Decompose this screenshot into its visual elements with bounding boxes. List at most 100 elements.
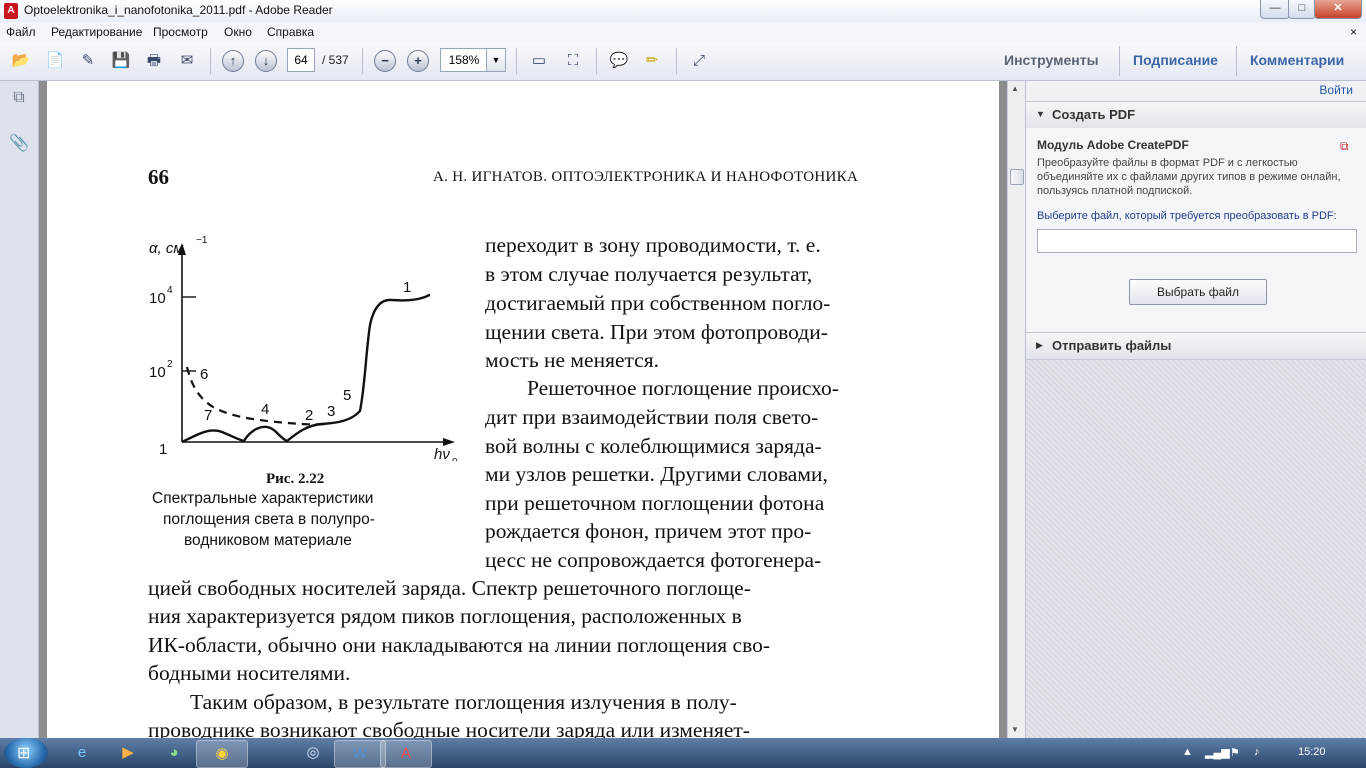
- edit-icon[interactable]: ✎: [77, 50, 99, 72]
- ie-icon[interactable]: e: [57, 740, 107, 766]
- scroll-thumb[interactable]: [1010, 169, 1024, 185]
- text-line: проводнике возникают свободные носители …: [148, 718, 750, 738]
- menu-view[interactable]: Просмотр: [153, 25, 208, 39]
- curve-label-3: 3: [327, 403, 335, 420]
- tab-tools[interactable]: Инструменты: [1004, 52, 1099, 68]
- title-bar: A Optoelektronika_i_nanofotonika_2011.pd…: [0, 0, 1366, 23]
- next-page-button[interactable]: ↓: [255, 50, 277, 72]
- scroll-down-icon[interactable]: ▼: [1011, 725, 1019, 734]
- text-line: мость не меняется.: [485, 348, 659, 372]
- choose-file-button[interactable]: Выбрать файл: [1129, 279, 1267, 305]
- volume-icon[interactable]: ♪: [1254, 746, 1260, 758]
- text-line: при решеточном поглощении фотона: [485, 491, 825, 515]
- expand-triangle-icon: ▶: [1036, 340, 1043, 350]
- page-number-input[interactable]: 64: [287, 48, 315, 72]
- figure-caption-line: поглощения света в полупро-: [163, 511, 375, 528]
- network-icon[interactable]: ▂▄▆: [1205, 746, 1230, 759]
- file-input[interactable]: [1037, 229, 1357, 253]
- text-line: Таким образом, в результате поглощения и…: [190, 690, 737, 714]
- createpdf-icon: ⧉: [1340, 139, 1349, 153]
- tab-comments[interactable]: Комментарии: [1250, 52, 1344, 68]
- section-send-files[interactable]: ▶ Отправить файлы: [1026, 332, 1366, 360]
- curve-label-2: 2: [305, 407, 313, 424]
- y-axis-label: α, см: [149, 240, 184, 257]
- fit-page-icon[interactable]: ▭: [528, 50, 550, 72]
- create-pdf-icon[interactable]: 📄: [44, 50, 66, 72]
- comment-icon[interactable]: 💬: [608, 50, 630, 72]
- curve-label-7: 7: [204, 407, 212, 424]
- minimize-button[interactable]: —: [1260, 0, 1290, 19]
- media-player-icon[interactable]: ▶: [103, 740, 153, 766]
- word-icon[interactable]: W: [334, 740, 386, 768]
- document-area: 66 А. Н. ИГНАТОВ. ОПТОЭЛЕКТРОНИКА И НАНО…: [39, 81, 1007, 738]
- text-line: цией свободных носителей заряда. Спектр …: [148, 576, 751, 600]
- game-icon[interactable]: ◕: [149, 740, 199, 766]
- expand-icon[interactable]: ⤢: [688, 50, 710, 72]
- collapse-triangle-icon: ▼: [1036, 109, 1045, 119]
- curve-label-5: 5: [343, 387, 351, 404]
- text-line: бодными носителями.: [148, 661, 351, 685]
- sign-in-link[interactable]: Войти: [1319, 83, 1353, 97]
- attachments-icon[interactable]: 📎: [9, 133, 29, 155]
- app-icon[interactable]: ◎: [288, 740, 338, 766]
- text-line: дит при взаимодействии поля свето-: [485, 405, 819, 429]
- tray-chevron-icon[interactable]: ▲: [1182, 746, 1193, 758]
- zoom-input[interactable]: 158%: [440, 48, 487, 72]
- adobe-reader-icon: A: [4, 3, 18, 19]
- menu-window[interactable]: Окно: [224, 25, 252, 39]
- maximize-button[interactable]: □: [1288, 0, 1316, 19]
- window-title: Optoelektronika_i_nanofotonika_2011.pdf …: [24, 3, 333, 17]
- x-axis-label-sub: 0: [452, 457, 458, 461]
- zoom-out-button[interactable]: −: [374, 50, 396, 72]
- text-line: щении света. При этом фотопроводи-: [485, 320, 828, 344]
- flag-icon[interactable]: ⚑: [1230, 746, 1240, 759]
- document-scrollbar[interactable]: ▲ ▼: [1007, 81, 1025, 738]
- figure-caption-line: водниковом материале: [184, 532, 352, 549]
- module-description: Преобразуйте файлы в формат PDF и с легк…: [1037, 157, 1341, 197]
- close-button[interactable]: ✕: [1314, 0, 1362, 19]
- prev-page-button[interactable]: ↑: [222, 50, 244, 72]
- text-line: вой волны с колеблющимися заряда-: [485, 434, 822, 458]
- pages-icon[interactable]: ⧉: [9, 89, 29, 111]
- right-tools-panel: Войти ▼ Создать PDF Модуль Adobe CreateP…: [1025, 81, 1366, 738]
- text-line: ИК-области, обычно они накладываются на …: [148, 633, 771, 657]
- text-line: в этом случае получается результат,: [485, 262, 813, 286]
- zoom-in-button[interactable]: +: [407, 50, 429, 72]
- text-line: ми узлов решетки. Другими словами,: [485, 462, 828, 486]
- scroll-up-icon[interactable]: ▲: [1011, 84, 1019, 93]
- close-document-icon[interactable]: ×: [1350, 25, 1357, 39]
- adobe-reader-icon[interactable]: A: [380, 740, 432, 768]
- text-line: цесс не сопровождается фотогенера-: [485, 548, 822, 572]
- menu-help[interactable]: Справка: [267, 25, 314, 39]
- menu-edit[interactable]: Редактирование: [51, 25, 142, 39]
- text-line: ния характеризуется рядом пиков поглощен…: [148, 604, 742, 628]
- text-line: рождается фонон, причем этот про-: [485, 519, 812, 543]
- page-total: / 537: [322, 53, 349, 67]
- section-create-pdf-title: Создать PDF: [1052, 107, 1136, 122]
- pdf-page: 66 А. Н. ИГНАТОВ. ОПТОЭЛЕКТРОНИКА И НАНО…: [47, 81, 999, 738]
- highlight-icon[interactable]: ✏: [641, 50, 663, 72]
- section-create-pdf[interactable]: ▼ Создать PDF: [1026, 101, 1366, 129]
- email-icon[interactable]: ✉: [176, 50, 198, 72]
- tab-sign[interactable]: Подписание: [1133, 52, 1218, 68]
- zoom-dropdown-icon[interactable]: ▼: [486, 48, 506, 72]
- chrome-icon[interactable]: ◉: [196, 740, 248, 768]
- save-icon[interactable]: 💾: [110, 50, 132, 72]
- curve-label-1: 1: [403, 279, 411, 296]
- full-screen-icon[interactable]: ⛶: [562, 50, 584, 72]
- create-pdf-body: Модуль Adobe CreatePDF ⧉ Преобразуйте фа…: [1026, 128, 1366, 356]
- curve-label-4: 4: [261, 401, 269, 418]
- tick-1: 1: [159, 441, 167, 458]
- x-axis-label: hν: [434, 446, 450, 461]
- y-axis-label-exp: −1: [196, 235, 208, 246]
- module-title: Модуль Adobe CreatePDF: [1037, 138, 1189, 152]
- menu-file[interactable]: Файл: [6, 25, 36, 39]
- menu-bar: Файл Редактирование Просмотр Окно Справк…: [0, 22, 1366, 42]
- start-button[interactable]: ⊞: [4, 738, 48, 768]
- text-line: переходит в зону проводимости, т. е.: [485, 233, 821, 257]
- open-icon[interactable]: 📂: [10, 50, 32, 72]
- file-prompt: Выберите файл, который требуется преобра…: [1037, 210, 1337, 222]
- print-icon[interactable]: 🖶: [143, 50, 165, 72]
- taskbar: ⊞ e ▶ ◕ ◉ ◎ W A ▲ ▂▄▆ ⚑ ♪ 15:20: [0, 738, 1366, 768]
- figure-caption-line: Спектральные характеристики: [152, 490, 374, 507]
